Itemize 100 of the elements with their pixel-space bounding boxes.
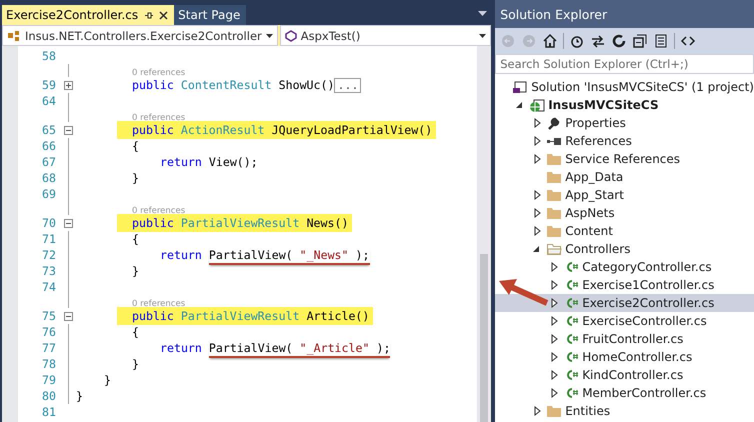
folder-icon <box>546 403 562 419</box>
code-token: "_News" <box>300 248 349 262</box>
tree-item[interactable]: Solution 'InsusMVCSiteCS' (1 project) <box>495 78 754 96</box>
code-token: public <box>132 123 174 137</box>
line-number: 75 <box>41 309 57 323</box>
line-number: 77 <box>41 341 57 355</box>
line-number: 76 <box>41 325 57 339</box>
arrow-annotation <box>497 276 549 306</box>
code-token: { <box>132 139 139 153</box>
pin-icon[interactable] <box>144 10 154 20</box>
collapse-icon[interactable] <box>64 126 73 134</box>
panel-title: Solution Explorer <box>495 0 754 28</box>
code-token: ActionResult <box>180 123 265 137</box>
caret-icon <box>266 34 273 38</box>
line-number: 59 <box>41 78 57 92</box>
tree-item[interactable]: MemberController.cs <box>495 384 754 402</box>
folder-icon <box>546 205 562 221</box>
code-token: return <box>160 248 202 262</box>
line-number: 66 <box>41 139 57 153</box>
tree-item[interactable]: Properties <box>495 114 754 132</box>
code-token: News() <box>306 216 348 230</box>
line-number: 73 <box>41 264 57 278</box>
folder-icon <box>546 187 562 203</box>
line-number: 78 <box>41 357 57 371</box>
line-number: 69 <box>41 187 57 201</box>
document-tab[interactable]: Exercise2Controller.cs <box>2 5 174 25</box>
sync-icon[interactable] <box>590 33 606 49</box>
tree-item[interactable]: Controllers <box>495 240 754 258</box>
caret-icon <box>479 34 486 38</box>
expand-icon[interactable] <box>64 80 73 90</box>
code-token: public <box>132 78 174 92</box>
search-field[interactable]: Search Solution Explorer (Ctrl+;) <box>495 54 754 74</box>
tree-item[interactable]: FruitController.cs <box>495 330 754 348</box>
tree-item[interactable]: InsusMVCSiteCS <box>495 96 754 114</box>
home-icon[interactable] <box>542 33 558 49</box>
line-number: 64 <box>41 94 57 108</box>
code-token: JQueryLoadPartialView() <box>272 123 432 137</box>
code-token: ContentResult <box>180 78 272 92</box>
line-number: 81 <box>41 405 57 419</box>
dropdown-arrow-icon[interactable] <box>478 11 488 17</box>
line-number: 71 <box>41 232 57 246</box>
code-token: public <box>132 216 174 230</box>
scrollbar-thumb[interactable] <box>480 254 488 422</box>
close-icon[interactable] <box>159 10 168 20</box>
tree-item[interactable]: ExerciseController.cs <box>495 312 754 330</box>
tree-item[interactable]: Service References <box>495 150 754 168</box>
code-token: PartialViewResult <box>180 216 300 230</box>
folder-icon <box>546 151 562 167</box>
code-token: public <box>132 309 174 323</box>
code-token: ); <box>376 341 390 355</box>
collapse-icon[interactable] <box>64 312 73 320</box>
line-number: 58 <box>41 49 57 63</box>
solution-icon <box>512 79 528 95</box>
member-dropdown[interactable]: AspxTest() <box>280 25 492 46</box>
tree-item[interactable]: App_Start <box>495 186 754 204</box>
code-token: "_Article" <box>300 341 370 355</box>
scrollbar[interactable] <box>477 46 492 422</box>
web-project-icon <box>529 97 546 113</box>
code-token: { <box>132 232 139 246</box>
code-token: } <box>132 264 139 278</box>
line-number: 67 <box>41 155 57 169</box>
document-tab[interactable]: Start Page <box>174 5 246 25</box>
tree-item[interactable]: CategoryController.cs <box>495 258 754 276</box>
code-token: return <box>160 155 202 169</box>
open-folder-icon <box>546 241 562 257</box>
folder-icon <box>546 223 562 239</box>
tree-item[interactable]: References <box>495 132 754 150</box>
line-number: 72 <box>41 248 57 262</box>
line-number: 68 <box>41 171 57 185</box>
tree-item[interactable]: KindController.cs <box>495 366 754 384</box>
tree-item[interactable]: Exercise1Controller.cs <box>495 276 754 294</box>
folder-icon <box>546 169 562 185</box>
code-token: } <box>132 171 139 185</box>
wrench-icon <box>546 115 562 131</box>
code-token: } <box>104 373 111 387</box>
code-token: PartialView( <box>208 341 293 355</box>
tree-item[interactable]: AspNets <box>495 204 754 222</box>
tree-item[interactable]: App_Data <box>495 168 754 186</box>
collapsed-code-marker[interactable]: ... <box>334 78 362 92</box>
collapse-all-icon[interactable] <box>632 33 648 49</box>
tree-item[interactable]: Exercise2Controller.cs <box>495 294 754 312</box>
tree-item[interactable]: HomeController.cs <box>495 348 754 366</box>
collapse-icon[interactable] <box>64 218 73 228</box>
refresh-icon[interactable] <box>611 33 628 49</box>
properties-icon[interactable] <box>653 33 670 49</box>
code-token: View(); <box>208 155 258 169</box>
class-icon <box>7 30 21 42</box>
code-token: } <box>132 357 139 371</box>
line-number: 70 <box>41 216 57 230</box>
tree-item[interactable]: Content <box>495 222 754 240</box>
type-dropdown[interactable]: Insus.NET.Controllers.Exercise2Controller <box>2 25 278 46</box>
line-number: 74 <box>41 280 57 294</box>
code-token: ShowUc() <box>278 78 334 92</box>
tree-item[interactable]: Entities <box>495 402 754 420</box>
line-number: 79 <box>41 373 57 387</box>
code-token: ); <box>356 248 370 262</box>
method-icon <box>284 30 297 42</box>
code-token: Article() <box>306 309 370 323</box>
code-token: return <box>160 341 202 355</box>
code-token: { <box>132 325 139 339</box>
